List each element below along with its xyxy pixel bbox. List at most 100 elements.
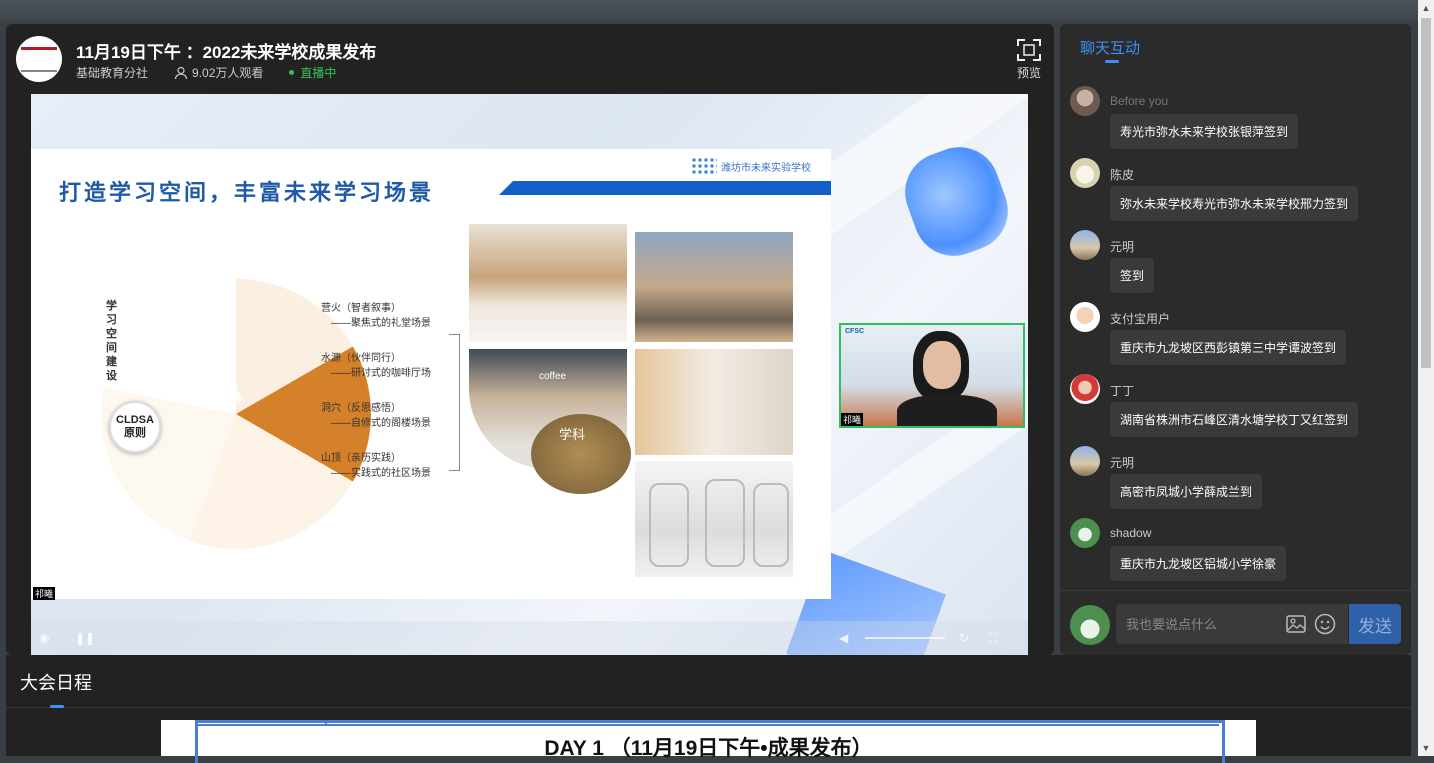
scrollbar-thumb[interactable] — [1421, 18, 1431, 368]
message-author: 丁丁 — [1110, 384, 1135, 398]
speaker-camera[interactable]: CFSC 祁曦 — [839, 323, 1025, 428]
channel-logo[interactable] — [16, 36, 62, 82]
avatar[interactable] — [1070, 605, 1110, 645]
avatar[interactable] — [1070, 158, 1100, 188]
browser-top-strip — [0, 0, 1418, 22]
live-status-text: 直播中 — [300, 66, 337, 80]
message-text: 湖南省株洲市石峰区清水塘学校丁又红签到 — [1110, 402, 1359, 437]
avatar[interactable] — [1070, 446, 1100, 476]
slide-photo-pods — [635, 461, 793, 577]
emoji-icon[interactable] — [1314, 613, 1336, 635]
volume-slider[interactable] — [865, 637, 945, 639]
pod-shape — [753, 483, 789, 567]
avatar[interactable] — [1070, 374, 1100, 404]
stream-title: 11月19日下午 ：2022未来学校成果发布 — [76, 43, 377, 62]
agenda-image: DAY 1 （11月19日下午•成果发布） — [161, 720, 1256, 763]
chat-panel: 聊天互动 Before you 寿光市弥水未来学校张银萍签到 陈皮 弥水未来学校… — [1060, 24, 1411, 655]
speaker-tag: 祁曦 — [841, 413, 864, 426]
chat-composer: 发送 — [1060, 590, 1411, 655]
avatar[interactable] — [1070, 518, 1100, 548]
tab-indicator — [1105, 60, 1119, 63]
fullscreen-frame-icon — [1017, 39, 1041, 61]
slide-title: 打造学习空间，丰富未来学习场景 — [59, 180, 435, 205]
scroll-down-icon[interactable]: ▼ — [1418, 740, 1434, 756]
scene-desc: ——自修式的阁楼场景 — [331, 418, 431, 429]
schedule-divider — [6, 707, 1411, 708]
live-indicator-icon: ◉ — [39, 631, 50, 645]
wheel-vertical-label: 学习空间建设 — [106, 300, 117, 382]
schedule-tab-indicator — [50, 705, 64, 708]
agenda-day-heading: DAY 1 （11月19日下午•成果发布） — [544, 737, 873, 760]
volume-icon[interactable]: ◀ — [839, 631, 848, 645]
live-dot-icon — [289, 70, 295, 75]
scene-list: 营火（智者叙事） ——聚焦式的礼堂场景 水源（伙伴同行） ——研讨式的咖啡厅场 … — [321, 299, 431, 499]
message-text: 高密市凤城小学薛成兰到 — [1110, 474, 1263, 509]
avatar[interactable] — [1070, 86, 1100, 116]
message-author: 元明 — [1110, 240, 1135, 254]
slide-photo-hallway — [635, 349, 793, 455]
refresh-icon[interactable]: ↻ — [959, 631, 969, 645]
scene-item: 山顶（亲历实践） ——实践式的社区场景 — [321, 449, 431, 479]
scene-item: 营火（智者叙事） ——聚焦式的礼堂场景 — [321, 299, 431, 329]
agenda-rule — [195, 724, 1219, 726]
scene-name: 山顶（亲历实践） — [321, 453, 401, 464]
presentation-slide: 潍坊市未来实验学校 打造学习空间，丰富未来学习场景 学习空间建设 支持学习 CL… — [31, 149, 831, 599]
school-logo: 潍坊市未来实验学校 — [691, 157, 811, 175]
message-author: 陈皮 — [1110, 168, 1135, 182]
speaker-face — [923, 341, 961, 389]
pause-icon[interactable]: ❚❚ — [75, 631, 95, 645]
preview-label: 预览 — [1016, 66, 1041, 80]
scene-bracket — [449, 334, 460, 471]
fullscreen-icon[interactable]: ⛶ — [989, 631, 997, 646]
school-name: 潍坊市未来实验学校 — [721, 162, 811, 174]
send-button[interactable]: 发送 — [1349, 604, 1401, 644]
scene-name: 洞穴（反思感悟） — [321, 403, 401, 414]
message-author: shadow — [1110, 526, 1152, 540]
stream-meta: 基础教育分社 9.02万人观看 直播中 — [76, 64, 336, 81]
scene-name: 水源（伙伴同行） — [321, 353, 401, 364]
preview-button[interactable]: 预览 — [1014, 38, 1044, 81]
slide-photo-corridor — [469, 224, 627, 342]
avatar[interactable] — [1070, 302, 1100, 332]
tab-chat[interactable]: 聊天互动 — [1080, 37, 1140, 58]
message-author: Before you — [1110, 94, 1169, 108]
message-text: 签到 — [1110, 258, 1155, 293]
schedule-title[interactable]: 大会日程 — [20, 669, 92, 695]
image-icon[interactable] — [1286, 615, 1306, 633]
viewer-count-text: 9.02万人观看 — [192, 66, 264, 80]
avatar[interactable] — [1070, 230, 1100, 260]
user-icon — [174, 66, 188, 79]
scene-desc: ——实践式的社区场景 — [331, 468, 431, 479]
live-player-panel: 11月19日下午 ：2022未来学校成果发布 基础教育分社 9.02万人观看 直… — [6, 24, 1054, 655]
scene-desc: ——聚焦式的礼堂场景 — [331, 318, 431, 329]
player-controls: ◉ ❚❚ ◀ ↻ ⛶ — [31, 621, 1028, 655]
scene-desc: ——研讨式的咖啡厅场 — [331, 368, 431, 379]
scroll-up-icon[interactable]: ▲ — [1418, 0, 1434, 16]
slide-photo-students — [635, 232, 793, 342]
video-area[interactable]: 潍坊市未来实验学校 打造学习空间，丰富未来学习场景 学习空间建设 支持学习 CL… — [31, 94, 1028, 655]
message-text: 弥水未来学校寿光市弥水未来学校邢力签到 — [1110, 186, 1359, 221]
message-text: 重庆市九龙坡区西彭镇第三中学谭波签到 — [1110, 330, 1347, 365]
message-text: 寿光市弥水未来学校张银萍签到 — [1110, 114, 1299, 149]
pod-shape — [705, 479, 745, 567]
wheel-center-label: CLDSA 原则 — [109, 401, 161, 453]
cafe-sign: coffee — [539, 371, 567, 382]
video-tag: 祁曦 — [33, 587, 56, 600]
scene-item: 洞穴（反思感悟） ——自修式的阁楼场景 — [321, 399, 431, 429]
agenda-tick — [325, 720, 327, 726]
slide-photo-round: 学科 — [531, 414, 631, 494]
slide-title-bar — [499, 181, 831, 195]
viewer-count: 9.02万人观看 — [174, 64, 263, 81]
school-logo-icon — [691, 157, 717, 175]
message-author: 元明 — [1110, 456, 1135, 470]
scene-item: 水源（伙伴同行） ——研讨式的咖啡厅场 — [321, 349, 431, 379]
message-text: 重庆市九龙坡区铝城小学徐豪 — [1110, 546, 1287, 581]
page-scrollbar[interactable]: ▲ ▼ — [1418, 0, 1434, 756]
channel-name[interactable]: 基础教育分社 — [76, 64, 148, 81]
speaker-body — [897, 395, 997, 426]
scene-name: 营火（智者叙事） — [321, 303, 401, 314]
message-author: 支付宝用户 — [1110, 312, 1171, 326]
schedule-section: 大会日程 DAY 1 （11月19日下午•成果发布） — [6, 655, 1411, 763]
camera-brand: CFSC — [845, 328, 865, 335]
channel-logo-mark — [21, 46, 57, 72]
